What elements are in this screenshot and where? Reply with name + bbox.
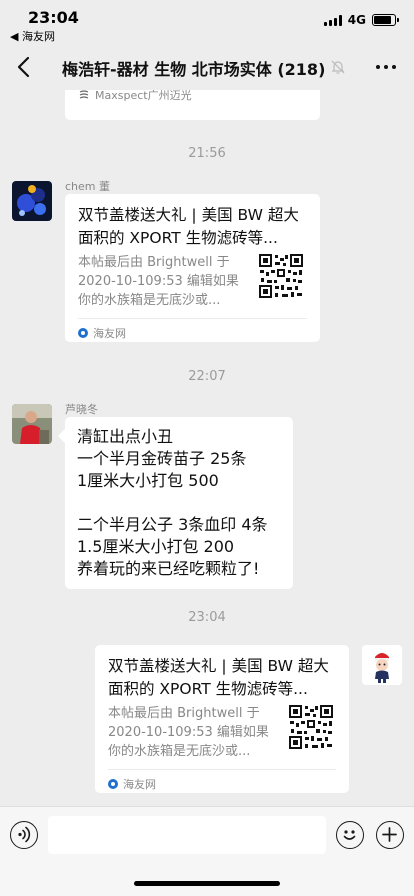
timestamp: 23:04 — [188, 610, 226, 625]
signal-icon — [323, 14, 342, 26]
card-source-label: 海友网 — [123, 778, 156, 791]
card-description: 本帖最后由 Brightwell 于 2020-10-109:53 编辑如果你的… — [108, 706, 269, 759]
message-text-line: 二个半月公子 3条血印 4条 — [77, 515, 268, 534]
text-message-bubble[interactable]: 清缸出点小丑 一个半月金砖苗子 25条 1厘米大小打包 500 二个半月公子 3… — [65, 417, 293, 589]
sender-name: 芦晓冬 — [65, 403, 98, 416]
card-source: 海友网 — [108, 776, 156, 792]
mute-bell-icon — [331, 60, 345, 74]
message-text-line: 养着玩的来已经吃颗粒了! — [77, 559, 260, 578]
link-card[interactable]: 双节盖楼送大礼 | 美国 BW 超大面积的 XPORT 生物滤砖等... 本帖最… — [65, 194, 320, 342]
dot-icon — [392, 65, 396, 69]
qr-code-icon — [258, 253, 304, 299]
haiyou-logo-icon — [78, 328, 88, 338]
emoji-button[interactable] — [336, 821, 364, 849]
more-options-button[interactable] — [376, 58, 396, 76]
nav-bar: 梅浩轩-器材 生物 北市场实体 (218) — [0, 44, 414, 90]
card-divider — [78, 318, 307, 319]
haiyou-logo-icon — [108, 779, 118, 789]
voice-input-button[interactable] — [10, 821, 38, 849]
status-time: 23:04 — [28, 8, 79, 27]
network-type: 4G — [347, 13, 366, 27]
message-text-line: 1.5厘米大小打包 200 — [77, 537, 235, 556]
message-text-line: 1厘米大小打包 500 — [77, 471, 219, 490]
back-arrow-icon[interactable] — [14, 54, 36, 80]
chat-area[interactable]: Maxspect广州迈光 21:56 chem 董 双节盖楼送大礼 | 美国 B… — [0, 90, 414, 806]
avatar[interactable] — [12, 404, 52, 444]
status-indicators: 4G — [323, 13, 399, 27]
message-text-line — [77, 492, 281, 514]
link-card-partial[interactable]: Maxspect广州迈光 — [65, 90, 320, 120]
avatar[interactable] — [362, 645, 402, 685]
message-text-line: 一个半月金砖苗子 25条 — [77, 449, 247, 468]
card-source-label: Maxspect广州迈光 — [95, 90, 192, 102]
timestamp: 22:07 — [188, 369, 226, 384]
avatar[interactable] — [12, 181, 52, 221]
card-source: 海友网 — [78, 325, 126, 341]
card-title: 双节盖楼送大礼 | 美国 BW 超大面积的 XPORT 生物滤砖等... — [78, 206, 299, 247]
card-source: Maxspect广州迈光 — [78, 90, 192, 103]
timestamp: 21:56 — [188, 146, 226, 161]
message-input[interactable] — [48, 816, 326, 854]
back-to-app-link[interactable]: ◀ 海友网 — [10, 28, 55, 44]
card-divider — [108, 769, 336, 770]
dot-icon — [384, 65, 388, 69]
message-text-line: 清缸出点小丑 — [77, 427, 174, 446]
dot-icon — [376, 65, 380, 69]
voice-icon — [18, 826, 31, 843]
link-card[interactable]: 双节盖楼送大礼 | 美国 BW 超大面积的 XPORT 生物滤砖等... 本帖最… — [95, 645, 349, 793]
battery-level — [374, 16, 391, 24]
battery-icon — [372, 14, 399, 26]
status-bar: 23:04 ◀ 海友网 4G — [0, 0, 414, 44]
card-title: 双节盖楼送大礼 | 美国 BW 超大面积的 XPORT 生物滤砖等... — [108, 657, 329, 698]
plus-icon — [382, 827, 397, 842]
sender-name: chem 董 — [65, 180, 110, 193]
card-source-label: 海友网 — [93, 327, 126, 340]
home-indicator[interactable] — [134, 881, 280, 886]
chat-title: 梅浩轩-器材 生物 北市场实体 (218) — [62, 60, 326, 79]
more-functions-button[interactable] — [376, 821, 404, 849]
emoji-icon — [343, 830, 356, 840]
card-description: 本帖最后由 Brightwell 于 2020-10-109:53 编辑如果你的… — [78, 255, 239, 308]
maxspect-logo-icon — [79, 90, 89, 99]
qr-code-icon — [288, 704, 334, 750]
